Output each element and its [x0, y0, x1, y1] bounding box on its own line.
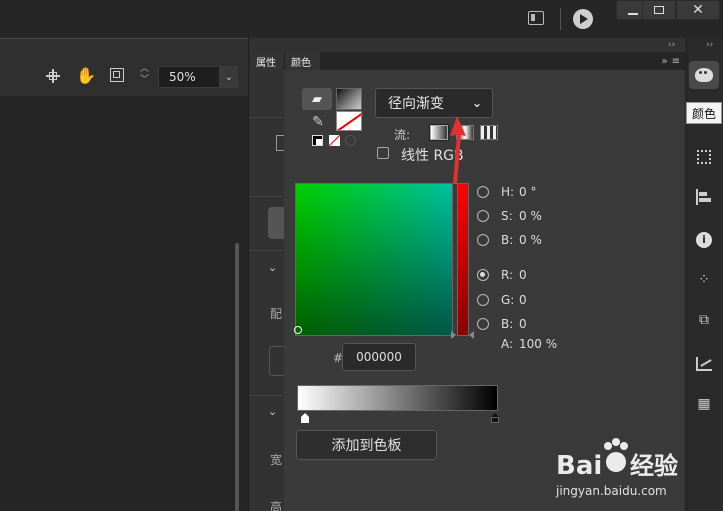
channel-blue-label: B:: [501, 317, 514, 331]
gradient-bar[interactable]: [297, 385, 498, 411]
tab-properties[interactable]: 属性: [250, 52, 284, 70]
props-width-label: 宽: [270, 453, 283, 467]
fill-swatch[interactable]: [336, 88, 362, 110]
panel-menu[interactable]: » ≡: [640, 52, 680, 70]
dock-collapse-icon[interactable]: ››: [706, 40, 713, 50]
dock-tooltip: 颜色: [686, 102, 722, 124]
fill-type-value: 径向渐变: [388, 96, 444, 112]
flow-extend-button[interactable]: [429, 124, 449, 141]
clip-canvas-icon[interactable]: [110, 68, 124, 82]
radio-blue[interactable]: [477, 318, 489, 330]
title-separator: [560, 8, 561, 30]
play-icon[interactable]: [573, 9, 593, 29]
props-height-label: 高: [270, 500, 283, 511]
channel-h-value[interactable]: 0 °: [519, 185, 536, 199]
gradient-stop-black[interactable]: [491, 413, 499, 424]
annotation-arrow: [450, 116, 466, 184]
channel-s-value[interactable]: 0 %: [519, 209, 542, 223]
stage-area[interactable]: [0, 96, 248, 511]
pencil-icon: ✎: [312, 114, 324, 130]
watermark-url: jingyan.baidu.com: [556, 484, 667, 498]
add-to-swatches-button[interactable]: 添加到色板: [296, 430, 437, 460]
hand-tool-icon[interactable]: ✋: [76, 66, 96, 85]
radio-s[interactable]: [477, 210, 489, 222]
stroke-swatch[interactable]: [336, 111, 362, 131]
props-divider: [249, 395, 283, 396]
transform-icon[interactable]: [689, 143, 719, 171]
color-palette-icon[interactable]: [689, 61, 719, 89]
alpha-value[interactable]: 100 %: [519, 337, 557, 351]
hex-input[interactable]: 000000: [342, 343, 416, 371]
props-divider: [249, 117, 283, 118]
stage-scrollbar[interactable]: [235, 243, 239, 511]
props-divider: [249, 250, 283, 251]
radio-h[interactable]: [477, 186, 489, 198]
library-icon[interactable]: ▦: [689, 390, 719, 418]
props-chevron-icon[interactable]: ⌄: [268, 261, 277, 274]
tab-color[interactable]: 颜色: [284, 52, 320, 70]
snap-icon[interactable]: [46, 69, 60, 83]
alpha-label: A:: [501, 337, 514, 351]
flow-label: 流:: [394, 128, 411, 142]
info-icon[interactable]: i: [689, 226, 719, 254]
close-button[interactable]: ✕: [676, 0, 720, 20]
chevron-down-icon: ⌄: [471, 96, 482, 110]
channel-b-value[interactable]: 0 %: [519, 233, 542, 247]
channel-h-label: H:: [501, 185, 515, 199]
paint-bucket-icon: ▰: [312, 91, 322, 107]
zoom-stepper-icon[interactable]: ︿ ﹀: [140, 64, 149, 86]
panel-layout-icon[interactable]: [528, 11, 544, 25]
stroke-color-button[interactable]: ✎: [306, 112, 330, 132]
slider-handle-right[interactable]: [469, 331, 474, 339]
props-chevron-icon[interactable]: ⌄: [268, 405, 277, 418]
no-color-icon[interactable]: [329, 135, 340, 146]
channel-b-label: B:: [501, 233, 514, 247]
props-fragment-button[interactable]: [268, 207, 284, 239]
channel-g-label: G:: [501, 293, 515, 307]
channel-slider[interactable]: [457, 183, 469, 336]
motion-presets-icon[interactable]: ⁘: [689, 266, 719, 294]
radio-g[interactable]: [477, 294, 489, 306]
channel-s-label: S:: [501, 209, 513, 223]
slider-handle-left[interactable]: [451, 331, 456, 339]
channel-g-value[interactable]: 0: [519, 293, 527, 307]
picker-cursor: [294, 326, 302, 334]
zoom-dropdown[interactable]: ⌄: [220, 66, 238, 88]
props-divider: [249, 196, 283, 197]
chart-icon[interactable]: [689, 350, 719, 378]
components-icon[interactable]: ⧉: [689, 306, 719, 334]
svg-text:经验: 经验: [630, 452, 678, 480]
gradient-stop-white[interactable]: [301, 413, 309, 424]
channel-r-value[interactable]: 0: [519, 268, 527, 282]
channel-r-label: R:: [501, 268, 514, 282]
restore-button[interactable]: [642, 0, 676, 20]
default-colors-icon[interactable]: [312, 135, 323, 146]
saturation-brightness-picker[interactable]: [294, 183, 453, 336]
title-bar: [0, 0, 723, 38]
menu-icon[interactable]: ≡: [672, 56, 680, 67]
channel-blue-value[interactable]: 0: [519, 317, 527, 331]
props-fragment-box: [276, 135, 284, 151]
expand-icon[interactable]: »: [661, 56, 667, 67]
chevron-down-icon: ⌄: [224, 71, 234, 83]
props-fragment-field[interactable]: [269, 346, 284, 376]
svg-text:Bai: Bai: [556, 451, 602, 481]
flow-repeat-button[interactable]: [480, 125, 498, 140]
radio-b[interactable]: [477, 234, 489, 246]
props-match-label: 配: [270, 307, 283, 321]
fill-color-button[interactable]: ▰: [302, 88, 332, 110]
linear-rgb-checkbox[interactable]: [377, 147, 389, 159]
radio-r[interactable]: [477, 269, 489, 281]
zoom-input[interactable]: 50%: [158, 66, 220, 88]
panel-collapse-icon[interactable]: ››: [668, 40, 675, 50]
align-icon[interactable]: [689, 183, 719, 211]
swap-colors-icon[interactable]: [345, 135, 356, 146]
fill-type-dropdown[interactable]: 径向渐变 ⌄: [375, 88, 493, 118]
